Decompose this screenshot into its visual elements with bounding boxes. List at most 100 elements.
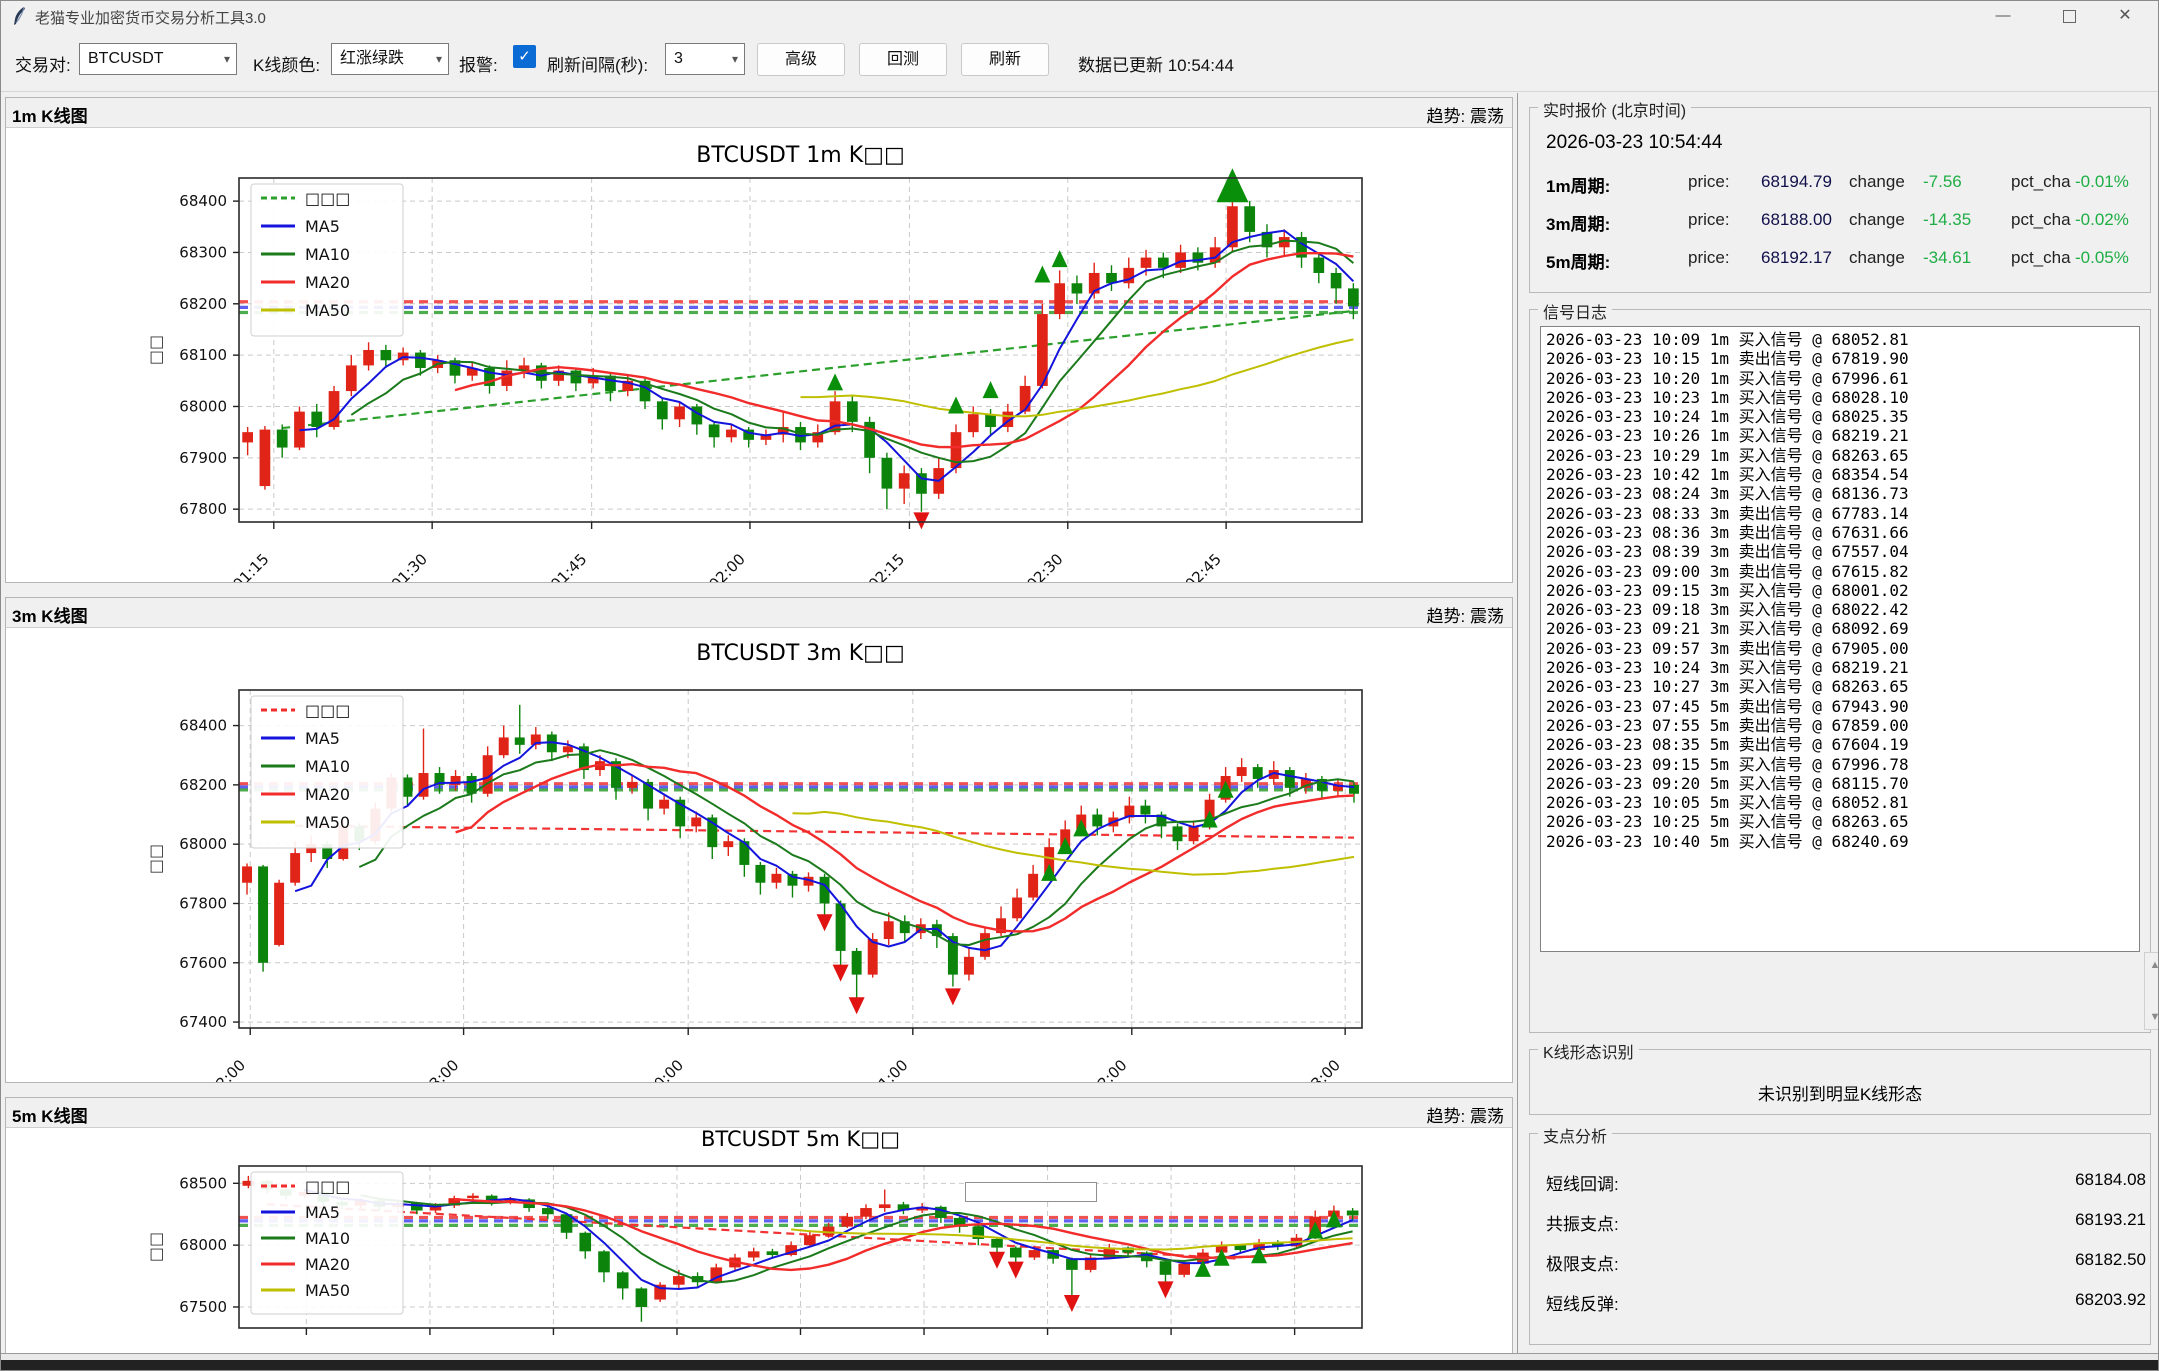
buy-signal-icon [1057,837,1073,854]
updated-status: 数据已更新 10:54:44 [1078,51,1234,76]
log-entry: 2026-03-23 09:00 3m 卖出信号 @ 67615.82 [1546,562,2139,581]
quote-row-1m: 1m周期:price:68194.79change-7.56pct_cha-0.… [1546,172,2146,196]
panel-1m-header: 1m K线图 趋势: 震荡 [6,98,1512,128]
vertical-separator [1517,93,1518,1355]
svg-text:01:30: 01:30 [388,550,431,582]
signal-log-group: 信号日志 2026-03-23 10:09 1m 买入信号 @ 68052.81… [1529,309,2151,1033]
kline-color-label: K线颜色: [253,51,320,76]
log-scrollbar[interactable]: ▲ ▼ [2144,952,2159,1030]
log-entry: 2026-03-23 10:05 5m 买入信号 @ 68052.81 [1546,793,2139,812]
quote-field: -0.02% [2075,210,2129,230]
svg-text:MA20: MA20 [305,1255,350,1274]
sell-signal-icon [989,1252,1005,1269]
log-entry: 2026-03-23 10:40 5m 买入信号 @ 68240.69 [1546,832,2139,851]
close-button[interactable]: ✕ [2102,1,2148,31]
buy-signal-icon [1073,819,1089,836]
quote-field: pct_cha [2011,248,2071,268]
svg-text:□□: □□ [146,844,165,874]
refresh-button[interactable]: 刷新 [961,43,1049,76]
svg-text:01:45: 01:45 [547,550,590,582]
quote-field: -14.35 [1923,210,1971,230]
panel-5m: 5m K线图 趋势: 震荡 685006800067500000000000□□… [5,1097,1513,1359]
chevron-down-icon: ▾ [732,44,738,74]
minimize-button[interactable]: — [1980,1,2026,31]
quote-field: 5m周期: [1546,248,1610,273]
svg-text:MA10: MA10 [305,1229,350,1248]
panel-3m-header: 3m K线图 趋势: 震荡 [6,598,1512,628]
chart-5m-figure: 685006800067500000000000□□BTCUSDT 5m K□□… [6,1128,1512,1358]
buy-signal-icon [1052,250,1068,267]
sell-signal-icon [833,965,849,982]
log-entry: 2026-03-23 10:24 3m 买入信号 @ 68219.21 [1546,658,2139,677]
quote-field: change [1849,210,1905,230]
signal-log-list[interactable]: 2026-03-23 10:09 1m 买入信号 @ 68052.812026-… [1540,326,2140,952]
chart-legend: □□□MA5MA10MA20MA50 [251,696,403,848]
interval-label: 刷新间隔(秒): [547,51,648,76]
pivot-group: 支点分析 短线回调:68184.08共振支点:68193.21极限支点:6818… [1529,1133,2151,1345]
buy-signal-icon [827,373,843,390]
log-entry: 2026-03-23 10:23 1m 买入信号 @ 68028.10 [1546,388,2139,407]
chart-title: BTCUSDT 3m K□□ [696,641,904,666]
log-entry: 2026-03-23 07:45 5m 卖出信号 @ 67943.90 [1546,697,2139,716]
panel-5m-trend: 趋势: 震荡 [1427,1102,1504,1127]
scroll-down-icon[interactable]: ▼ [2145,1011,2159,1023]
alarm-checkbox[interactable]: ✓ [513,45,536,68]
svg-text:□□: □□ [146,1232,165,1262]
toolbar: 交易对: BTCUSDT ▾ K线颜色: 红涨绿跌 ▾ 报警: ✓ 刷新间隔(秒… [1,31,2158,92]
feather-icon [11,6,29,26]
pivot-label: 共振支点: [1546,1215,1619,1234]
pivot-value: 68193.21 [2075,1210,2146,1230]
svg-text:02:00: 02:00 [1087,1056,1130,1082]
svg-text:68200: 68200 [179,295,227,313]
kline-color-value: 红涨绿跌 [340,50,404,67]
svg-text:□□□: □□□ [305,701,350,720]
bottom-bar [1,1360,2159,1371]
chart-legend: □□□MA5MA10MA20MA50 [251,1172,403,1314]
backtest-button[interactable]: 回测 [859,43,947,76]
svg-text:00:00: 00:00 [644,1056,687,1082]
alarm-label: 报警: [459,51,498,76]
chart-legend: □□□MA5MA10MA20MA50 [251,184,403,336]
quote-row-5m: 5m周期:price:68192.17change-34.61pct_cha-0… [1546,248,2146,272]
svg-text:67900: 67900 [179,449,227,467]
sell-signal-icon [817,914,833,931]
svg-text:68400: 68400 [179,717,227,735]
quote-field: 68188.00 [1761,210,1832,230]
panel-1m: 1m K线图 趋势: 震荡 68400683006820068100680006… [5,97,1513,583]
pair-value: BTCUSDT [88,50,164,67]
buy-signal-icon [1216,168,1248,202]
svg-text:MA20: MA20 [305,273,350,292]
pivot-row: 短线回调:68184.08 [1546,1170,2146,1195]
scroll-up-icon[interactable]: ▲ [2145,959,2159,971]
svg-text:68100: 68100 [179,346,227,364]
svg-text:01:15: 01:15 [229,550,272,582]
svg-text:MA50: MA50 [305,1281,350,1300]
maximize-button[interactable] [2046,1,2092,31]
pivot-label: 短线反弹: [1546,1295,1619,1314]
log-entry: 2026-03-23 10:20 1m 买入信号 @ 67996.61 [1546,369,2139,388]
log-entry: 2026-03-23 07:55 5m 卖出信号 @ 67859.00 [1546,716,2139,735]
chart-1m-figure: 6840068300682006810068000679006780001:15… [6,128,1512,582]
chart-canvas-0: 6840068300682006810068000679006780001:15… [6,128,1512,582]
buy-signal-icon [983,381,999,398]
panel-3m: 3m K线图 趋势: 震荡 68400682006800067800676006… [5,597,1513,1083]
sell-signal-icon [849,997,865,1014]
log-entry: 2026-03-23 08:33 3m 卖出信号 @ 67783.14 [1546,504,2139,523]
pair-select[interactable]: BTCUSDT ▾ [79,43,237,75]
svg-text:68000: 68000 [179,397,227,415]
svg-text:MA5: MA5 [305,1203,340,1222]
maximize-icon [2063,10,2076,23]
svg-text:68300: 68300 [179,243,227,261]
chart-title: BTCUSDT 5m K□□ [701,1128,900,1151]
log-entry: 2026-03-23 09:20 5m 买入信号 @ 68115.70 [1546,774,2139,793]
panel-3m-title: 3m K线图 [12,602,88,627]
log-entry: 2026-03-23 09:15 3m 买入信号 @ 68001.02 [1546,581,2139,600]
log-entry: 2026-03-23 10:15 1m 卖出信号 @ 67819.90 [1546,349,2139,368]
log-entry: 2026-03-23 10:42 1m 买入信号 @ 68354.54 [1546,465,2139,484]
svg-text:MA50: MA50 [305,301,350,320]
quote-field: -7.56 [1923,172,1962,192]
advanced-button[interactable]: 高级 [757,43,845,76]
interval-select[interactable]: 3 ▾ [665,43,745,75]
kline-color-select[interactable]: 红涨绿跌 ▾ [331,43,449,75]
pivot-group-title: 支点分析 [1538,1123,1612,1147]
